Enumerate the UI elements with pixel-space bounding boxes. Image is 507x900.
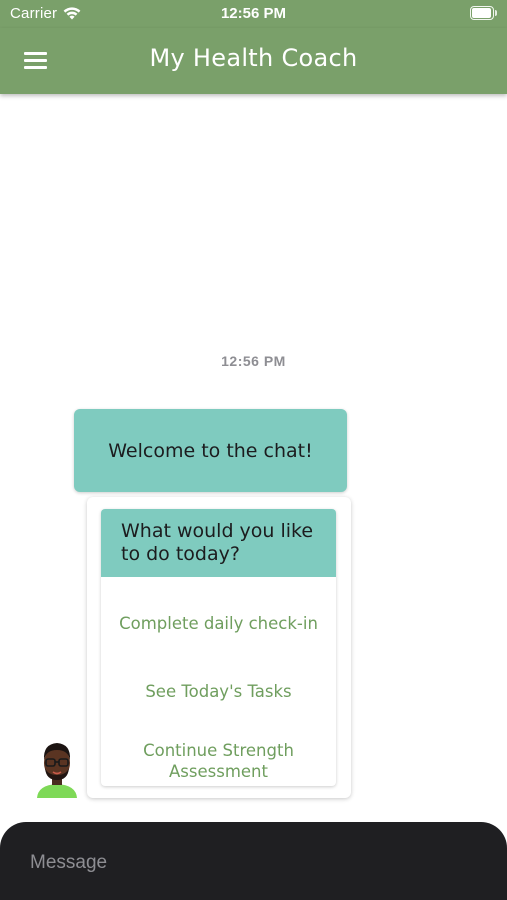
option-todays-tasks[interactable]: See Today's Tasks — [101, 681, 336, 702]
page-title: My Health Coach — [149, 44, 358, 72]
prompt-text: What would you like to do today? — [101, 509, 336, 577]
welcome-message-bubble: Welcome to the chat! — [74, 409, 347, 492]
status-bar: Carrier 12:56 PM — [0, 0, 507, 28]
battery-icon — [470, 6, 497, 20]
welcome-message-text: Welcome to the chat! — [108, 439, 313, 462]
chat-timestamp: 12:56 PM — [221, 353, 286, 369]
option-strength-assessment[interactable]: Continue Strength Assessment — [101, 740, 336, 782]
status-time: 12:56 PM — [220, 5, 287, 22]
coach-avatar-icon — [37, 743, 77, 798]
message-input[interactable] — [30, 850, 470, 876]
message-composer — [0, 822, 507, 900]
app-header: My Health Coach — [0, 28, 507, 94]
quick-reply-panel: What would you like to do today? Complet… — [101, 509, 336, 786]
quick-reply-card: What would you like to do today? Complet… — [87, 497, 351, 798]
option-daily-check-in[interactable]: Complete daily check-in — [101, 613, 336, 634]
